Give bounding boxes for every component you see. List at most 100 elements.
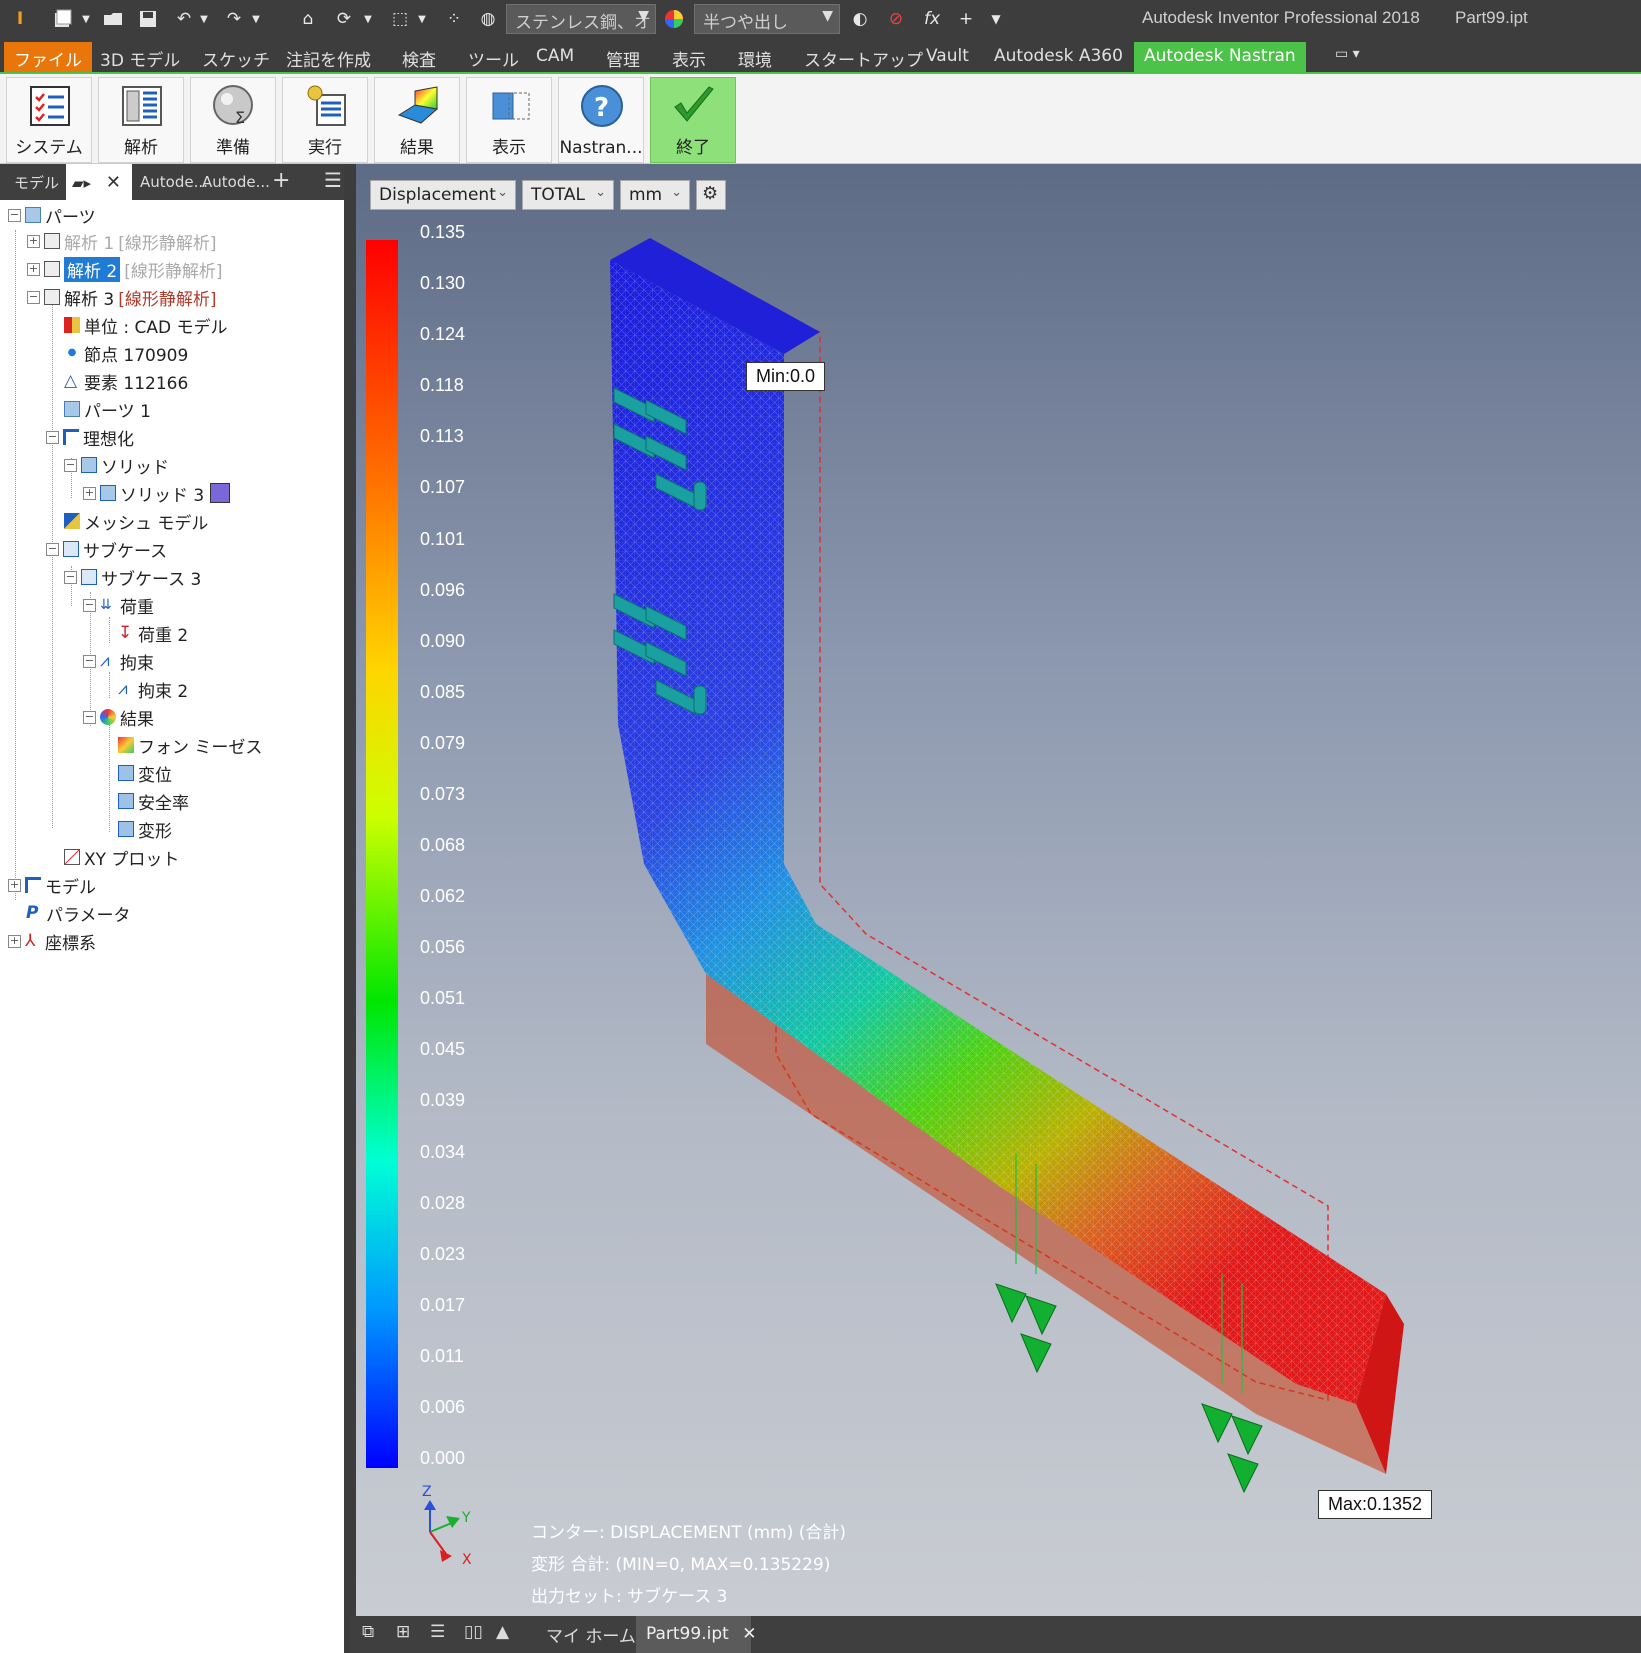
expand-icon[interactable]: + — [8, 934, 21, 948]
open-icon[interactable] — [100, 5, 128, 33]
finish-button[interactable]: 終了 — [650, 77, 736, 163]
expand-icon[interactable]: + — [27, 234, 40, 248]
analysis-button[interactable]: 解析 — [98, 77, 184, 163]
tab-nastran-browser[interactable]: ▰▸ ✕ — [66, 164, 132, 200]
tree-nodes[interactable]: ● 節点 170909 — [64, 340, 189, 366]
tab-vault[interactable]: Vault — [916, 42, 979, 72]
tab-cam[interactable]: CAM — [526, 42, 584, 72]
expand-icon[interactable]: + — [8, 878, 21, 892]
select-dropdown-icon[interactable]: ▼ — [416, 5, 428, 33]
undo-icon[interactable]: ↶ — [170, 5, 198, 33]
nastran-help-button[interactable]: ? Nastran... — [558, 77, 644, 163]
tab-annotate[interactable]: 注記を作成 — [276, 42, 381, 72]
inventor-logo-icon[interactable]: I — [8, 5, 32, 33]
collapse-icon[interactable]: − — [83, 710, 96, 724]
tree-constraints[interactable]: − ⩘ 拘束 — [83, 648, 154, 674]
new-file-icon[interactable] — [50, 5, 78, 33]
tree-analysis-1[interactable]: + 解析 1 [線形静解析] — [27, 228, 217, 254]
collapse-icon[interactable]: − — [64, 570, 77, 584]
tree-safety-factor[interactable]: 安全率 — [118, 788, 189, 814]
tree-coordinate-systems[interactable]: + ⅄ 座標系 — [8, 928, 96, 954]
expand-icon[interactable]: + — [27, 262, 40, 276]
collapse-icon[interactable]: − — [83, 598, 96, 612]
customize-dropdown-icon[interactable]: ▼ — [986, 5, 1006, 33]
tree-load-2[interactable]: ↧ 荷重 2 — [118, 620, 188, 646]
clear-appearance-icon[interactable]: ⊘ — [882, 5, 910, 33]
add-tab-icon[interactable]: + — [272, 168, 290, 193]
display-button[interactable]: 表示 — [466, 77, 552, 163]
cascade-windows-icon[interactable]: ⧉ — [362, 1622, 374, 1642]
fx-parameters-icon[interactable]: fx — [918, 5, 946, 33]
tree-elements[interactable]: △ 要素 112166 — [64, 368, 188, 394]
tab-3d-model[interactable]: 3D モデル — [90, 42, 190, 72]
tab-file[interactable]: ファイル — [4, 42, 92, 72]
prepare-button[interactable]: Σ 準備 — [190, 77, 276, 163]
collapse-icon[interactable]: − — [64, 458, 77, 472]
my-home-tab[interactable]: マイ ホーム — [546, 1622, 636, 1647]
tree-displacement[interactable]: 変位 — [118, 760, 172, 786]
menu-icon[interactable]: ☰ — [324, 168, 342, 192]
tree-deformation[interactable]: 変形 — [118, 816, 172, 842]
collapse-icon[interactable]: − — [8, 208, 21, 222]
tab-model-browser[interactable]: モデル — [14, 172, 59, 193]
expand-up-icon[interactable]: ▲ — [496, 1622, 509, 1642]
fea-part-model[interactable] — [356, 164, 1641, 1616]
tree-loads[interactable]: − ⇊ 荷重 — [83, 592, 154, 618]
document-tab-part99[interactable]: Part99.ipt ✕ — [636, 1616, 756, 1653]
tree-solid-3[interactable]: + ソリッド 3 — [83, 480, 231, 506]
tab-a360[interactable]: Autodesk A360 — [984, 42, 1133, 72]
tile-windows-icon[interactable]: ⊞ — [396, 1622, 410, 1642]
undo-dropdown-icon[interactable]: ▼ — [198, 5, 210, 33]
expand-icon[interactable]: + — [83, 486, 96, 500]
results-button[interactable]: 結果 — [374, 77, 460, 163]
update-dropdown-icon[interactable]: ▼ — [362, 5, 374, 33]
arrange-horizontal-icon[interactable]: ☰ — [430, 1622, 445, 1642]
collapse-icon[interactable]: − — [27, 290, 40, 304]
tree-subcase-3[interactable]: − サブケース 3 — [64, 564, 201, 590]
tree-analysis-3[interactable]: − 解析 3 [線形静解析] — [27, 284, 217, 310]
tree-units[interactable]: 単位 : CAD モデル — [64, 312, 228, 338]
tab-autodesk-a[interactable]: Autode... — [140, 173, 208, 191]
home-icon[interactable]: ⌂ — [294, 5, 322, 33]
tab-nastran[interactable]: Autodesk Nastran — [1134, 42, 1306, 72]
tree-solid[interactable]: − ソリッド — [64, 452, 169, 478]
tab-environments[interactable]: 環境 — [728, 42, 782, 72]
document-close-icon[interactable]: ✕ — [742, 1624, 756, 1644]
new-dropdown-icon[interactable]: ▼ — [80, 5, 92, 33]
system-button[interactable]: システム — [6, 77, 92, 163]
tree-analysis-2[interactable]: + 解析 2 [線形静解析] — [27, 256, 223, 282]
select-icon[interactable]: ⬚ — [386, 5, 414, 33]
update-icon[interactable]: ⟳ — [330, 5, 358, 33]
tree-von-mises[interactable]: フォン ミーゼス — [118, 732, 262, 758]
save-icon[interactable] — [134, 5, 162, 33]
tree-xy-plot[interactable]: XY プロット — [64, 844, 179, 870]
measure-icon[interactable]: ⁘ — [440, 5, 468, 33]
tab-sketch[interactable]: スケッチ — [192, 42, 280, 72]
tree-parts[interactable]: − パーツ — [8, 202, 96, 228]
run-button[interactable]: 実行 — [282, 77, 368, 163]
appearance-combo[interactable]: 半つや出し ▼ — [694, 4, 840, 34]
tab-manage[interactable]: 管理 — [596, 42, 650, 72]
tree-results[interactable]: − 結果 — [83, 704, 154, 730]
material-combo[interactable]: ステンレス鋼、オ ▼ — [506, 4, 656, 34]
solid-3-color-swatch[interactable] — [210, 483, 231, 503]
color-wheel-icon[interactable] — [660, 5, 688, 33]
tree-parameters[interactable]: P パラメータ — [26, 900, 131, 926]
tab-autodesk-b[interactable]: Autode... — [202, 173, 270, 191]
redo-dropdown-icon[interactable]: ▼ — [250, 5, 262, 33]
ribbon-display-toggle-icon[interactable]: ▭ ▾ — [1335, 46, 1373, 68]
tree-model[interactable]: + モデル — [8, 872, 96, 898]
arrange-vertical-icon[interactable]: ▯▯ — [464, 1622, 483, 1642]
graphics-viewport[interactable]: Displacement ⌄ TOTAL ⌄ mm ⌄ ⚙ 0.135 0.130… — [356, 164, 1641, 1616]
tab-close-icon[interactable]: ✕ — [106, 172, 121, 193]
collapse-icon[interactable]: − — [83, 654, 96, 668]
appearance-sphere-icon[interactable]: ◍ — [474, 5, 502, 33]
view-triad[interactable]: Z Y X — [416, 1484, 476, 1574]
tree-idealization[interactable]: − 理想化 — [46, 424, 134, 450]
tab-inspect[interactable]: 検査 — [392, 42, 446, 72]
tab-get-started[interactable]: スタートアップ — [794, 42, 933, 72]
tree-constraint-2[interactable]: ⩘ 拘束 2 — [118, 676, 188, 702]
tab-tools[interactable]: ツール — [458, 42, 529, 72]
redo-icon[interactable]: ↷ — [220, 5, 248, 33]
tree-subcase[interactable]: − サブケース — [46, 536, 167, 562]
